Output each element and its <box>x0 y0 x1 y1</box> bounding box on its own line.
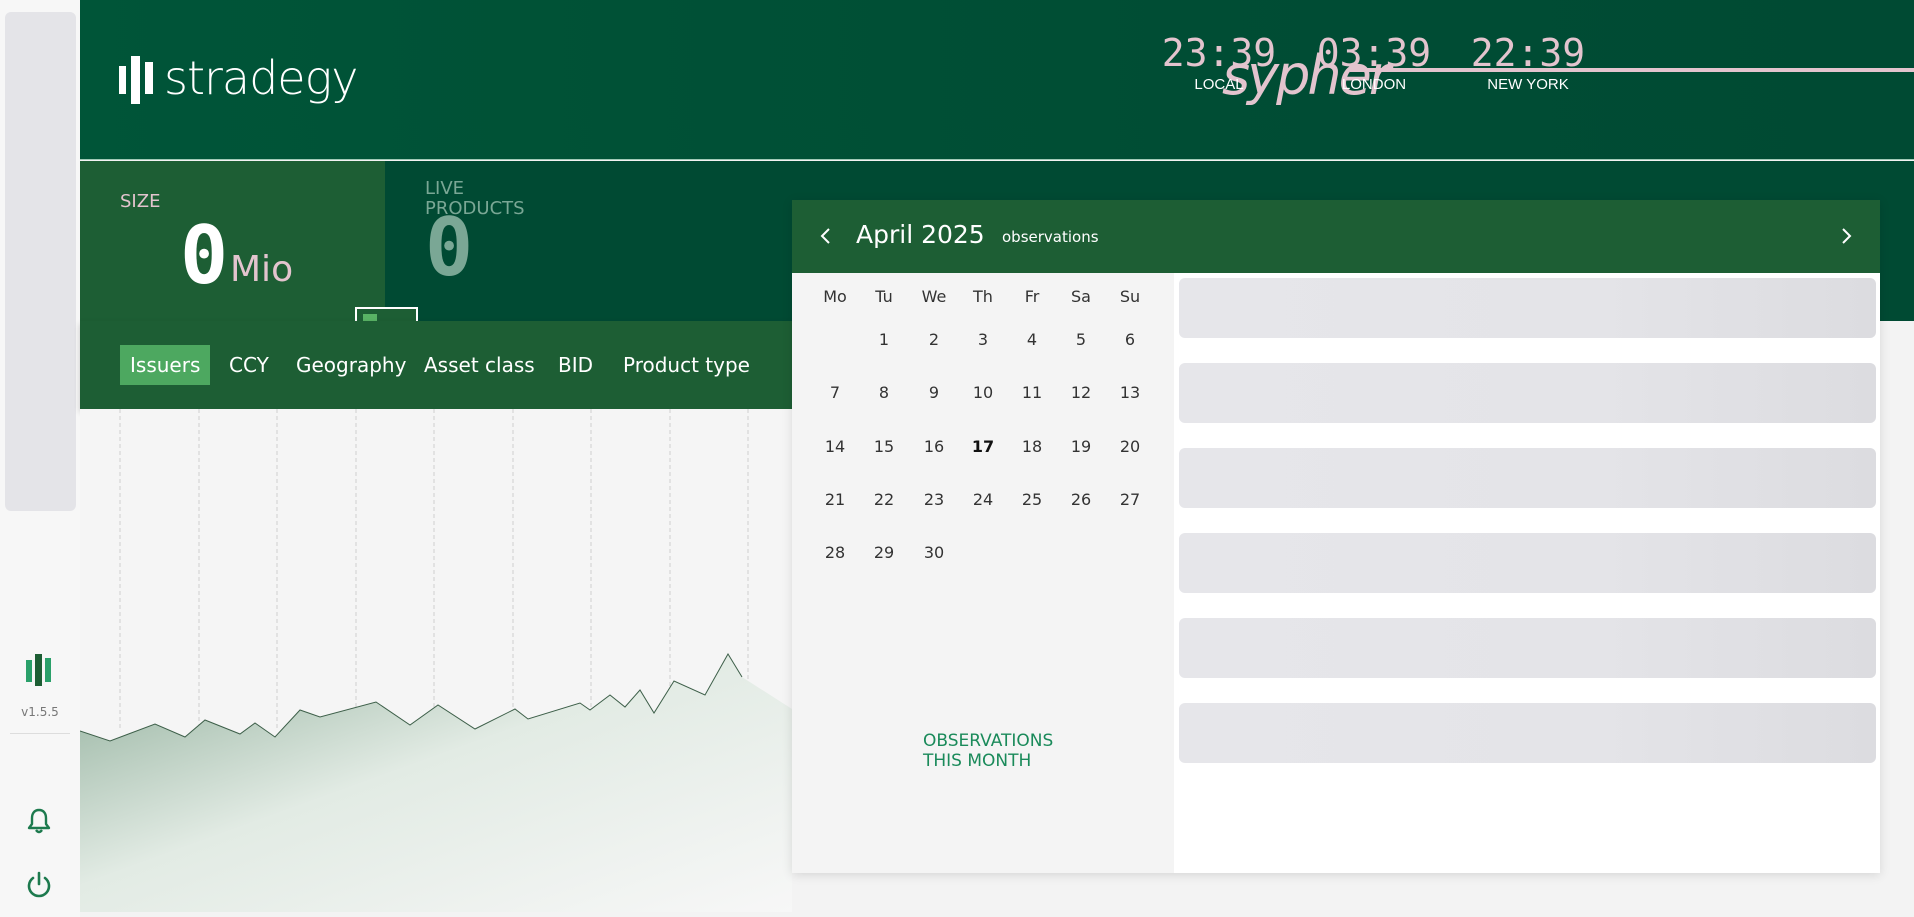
calendar-day[interactable]: 18 <box>1014 437 1050 456</box>
calendar-day[interactable]: 27 <box>1112 490 1148 509</box>
brand[interactable]: stradegy <box>118 50 358 105</box>
loading-placeholder <box>1179 618 1876 678</box>
weekday-label: Tu <box>875 287 893 306</box>
sypher-underline <box>1350 68 1914 72</box>
app-root: v1.5.5 stradegy sypher 23:39 LOCAL 03:39… <box>0 0 1914 917</box>
calendar-day[interactable]: 5 <box>1063 330 1099 349</box>
filter-geography[interactable]: Geography <box>286 345 416 385</box>
observations-this-month: OBSERVATIONS THIS MONTH <box>923 731 1053 771</box>
calendar-day[interactable]: 13 <box>1112 383 1148 402</box>
loading-placeholder <box>1179 533 1876 593</box>
area-series <box>80 654 792 912</box>
calendar-day[interactable]: 30 <box>916 543 952 562</box>
left-rail: v1.5.5 <box>0 0 80 917</box>
calendar-day[interactable]: 28 <box>817 543 853 562</box>
loading-placeholder <box>1179 703 1876 763</box>
observations-label-line1: OBSERVATIONS <box>923 731 1054 751</box>
calendar-day[interactable]: 26 <box>1063 490 1099 509</box>
observations-label-line2: THIS MONTH <box>923 751 1032 771</box>
clock-time: 23:39 <box>1161 31 1277 75</box>
calendar-day[interactable]: 10 <box>965 383 1001 402</box>
grid-lines <box>119 409 749 729</box>
clock-london: 03:39 LONDON <box>1314 32 1434 93</box>
observations-list <box>1174 273 1880 873</box>
calendar-day[interactable]: 2 <box>916 330 952 349</box>
filter-ccy[interactable]: CCY <box>219 345 279 385</box>
brand-name: stradegy <box>164 50 358 105</box>
calendar-day[interactable]: 22 <box>866 490 902 509</box>
chevron-left-icon[interactable] <box>810 220 842 252</box>
calendar-day-today[interactable]: 17 <box>965 437 1001 456</box>
calendar-day[interactable]: 1 <box>866 330 902 349</box>
calendar-day[interactable]: 9 <box>916 383 952 402</box>
clock-label: LOCAL <box>1194 76 1244 93</box>
clock-local: 23:39 LOCAL <box>1159 32 1279 93</box>
filter-bid[interactable]: BID <box>548 345 603 385</box>
loading-placeholder <box>1179 448 1876 508</box>
power-icon[interactable] <box>24 870 54 900</box>
size-value: 0 <box>180 209 229 302</box>
rail-panel <box>5 12 76 511</box>
calendar-day[interactable]: 15 <box>866 437 902 456</box>
size-unit: Mio <box>230 249 294 290</box>
calendar-day[interactable]: 3 <box>965 330 1001 349</box>
size-label: SIZE <box>120 191 161 212</box>
calendar-day[interactable]: 16 <box>916 437 952 456</box>
filter-tabs: Issuers CCY Geography Asset class BID Pr… <box>80 321 798 409</box>
size-panel: SIZE 0 Mio <box>80 161 385 321</box>
calendar-day[interactable]: 25 <box>1014 490 1050 509</box>
calendar-day[interactable]: 11 <box>1014 383 1050 402</box>
clock-time: 22:39 <box>1470 31 1586 75</box>
calendar-header: April 2025 observations <box>792 200 1880 273</box>
top-header: stradegy sypher 23:39 LOCAL 03:39 LONDON… <box>80 0 1914 160</box>
loading-placeholder <box>1179 363 1876 423</box>
clock-time: 03:39 <box>1316 31 1432 75</box>
weekday-label: Su <box>1119 287 1141 306</box>
live-products-value: 0 <box>425 201 474 294</box>
filter-issuers[interactable]: Issuers <box>120 345 211 385</box>
filter-product-type[interactable]: Product type <box>613 345 760 385</box>
weekday-label: We <box>921 287 947 306</box>
calendar-day[interactable]: 7 <box>817 383 853 402</box>
clock-label: NEW YORK <box>1487 76 1569 93</box>
clock-new-york: 22:39 NEW YORK <box>1468 32 1588 93</box>
calendar-day[interactable]: 20 <box>1112 437 1148 456</box>
stradegy-logo-icon[interactable] <box>24 650 54 690</box>
weekday-label: Sa <box>1071 287 1091 306</box>
chart-area <box>79 409 792 912</box>
calendar-day[interactable]: 6 <box>1112 330 1148 349</box>
weekday-label: Fr <box>1024 287 1040 306</box>
bell-icon[interactable] <box>24 806 54 836</box>
calendar-month: April 2025 <box>856 220 985 249</box>
area-chart <box>79 409 792 912</box>
stradegy-logo-icon <box>119 56 153 104</box>
calendar-grid: Mo Tu We Th Fr Sa Su 1 2 3 4 5 6 7 8 9 1… <box>792 273 1174 873</box>
calendar-day[interactable]: 23 <box>916 490 952 509</box>
app-version: v1.5.5 <box>21 705 59 719</box>
calendar-day[interactable]: 19 <box>1063 437 1099 456</box>
calendar-subtitle: observations <box>1002 228 1099 246</box>
weekday-label: Mo <box>823 287 847 306</box>
calendar-day[interactable]: 12 <box>1063 383 1099 402</box>
clock-label: LONDON <box>1341 76 1407 93</box>
calendar-day[interactable]: 29 <box>866 543 902 562</box>
calendar-day[interactable]: 24 <box>965 490 1001 509</box>
calendar-day[interactable]: 4 <box>1014 330 1050 349</box>
weekday-label: Th <box>973 287 993 306</box>
chevron-right-icon[interactable] <box>1830 220 1862 252</box>
rail-divider <box>10 733 70 734</box>
loading-placeholder <box>1179 278 1876 338</box>
calendar-day[interactable]: 14 <box>817 437 853 456</box>
observations-calendar: April 2025 observations Mo Tu We Th Fr S… <box>792 200 1880 873</box>
calendar-day[interactable]: 8 <box>866 383 902 402</box>
filter-asset-class[interactable]: Asset class <box>414 345 545 385</box>
calendar-day[interactable]: 21 <box>817 490 853 509</box>
